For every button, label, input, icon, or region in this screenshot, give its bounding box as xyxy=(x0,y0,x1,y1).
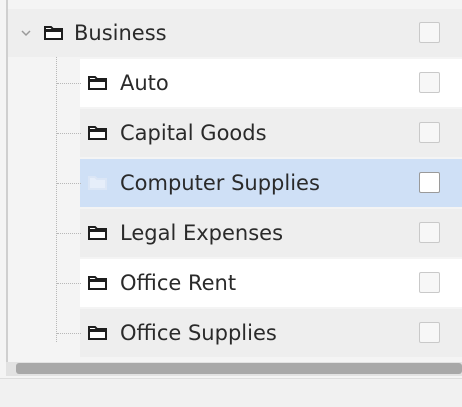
tree-row-office-rent[interactable]: Office Rent xyxy=(8,258,462,308)
tree-row-office-supplies[interactable]: Office Supplies xyxy=(8,308,462,358)
checkbox-auto[interactable] xyxy=(419,72,440,93)
tree-row-business[interactable]: Business xyxy=(8,8,462,58)
tree-label-legal-expenses: Legal Expenses xyxy=(120,221,284,245)
checkbox-business[interactable] xyxy=(419,22,440,43)
tree-row-capital-goods[interactable]: Capital Goods xyxy=(8,108,462,158)
checkbox-office-rent[interactable] xyxy=(419,272,440,293)
checkbox-office-supplies[interactable] xyxy=(419,322,440,343)
tree-row-legal-expenses[interactable]: Legal Expenses xyxy=(8,208,462,258)
folder-icon xyxy=(88,276,107,290)
folder-icon xyxy=(88,226,107,240)
expand-chevron-icon[interactable] xyxy=(20,27,32,39)
checkbox-capital-goods[interactable] xyxy=(419,122,440,143)
tree-row-computer-supplies[interactable]: Computer Supplies xyxy=(8,158,462,208)
tree-label-computer-supplies: Computer Supplies xyxy=(120,171,320,195)
tree-label-office-rent: Office Rent xyxy=(120,271,237,295)
folder-icon xyxy=(88,126,107,140)
folder-icon xyxy=(44,26,63,40)
tree-label-office-supplies: Office Supplies xyxy=(120,321,277,345)
tree-panel: Business Auto Capital Goods Computer Sup… xyxy=(0,0,462,407)
tree-label-capital-goods: Capital Goods xyxy=(120,121,267,145)
folder-icon xyxy=(88,176,107,190)
panel-footer xyxy=(0,378,462,407)
tree-label-business: Business xyxy=(74,21,167,45)
horizontal-scrollbar-thumb[interactable] xyxy=(16,363,462,374)
folder-icon xyxy=(88,326,107,340)
folder-icon xyxy=(88,76,107,90)
checkbox-legal-expenses[interactable] xyxy=(419,222,440,243)
tree-row-auto[interactable]: Auto xyxy=(8,58,462,108)
tree-label-auto: Auto xyxy=(120,71,169,95)
checkbox-computer-supplies[interactable] xyxy=(419,172,440,193)
